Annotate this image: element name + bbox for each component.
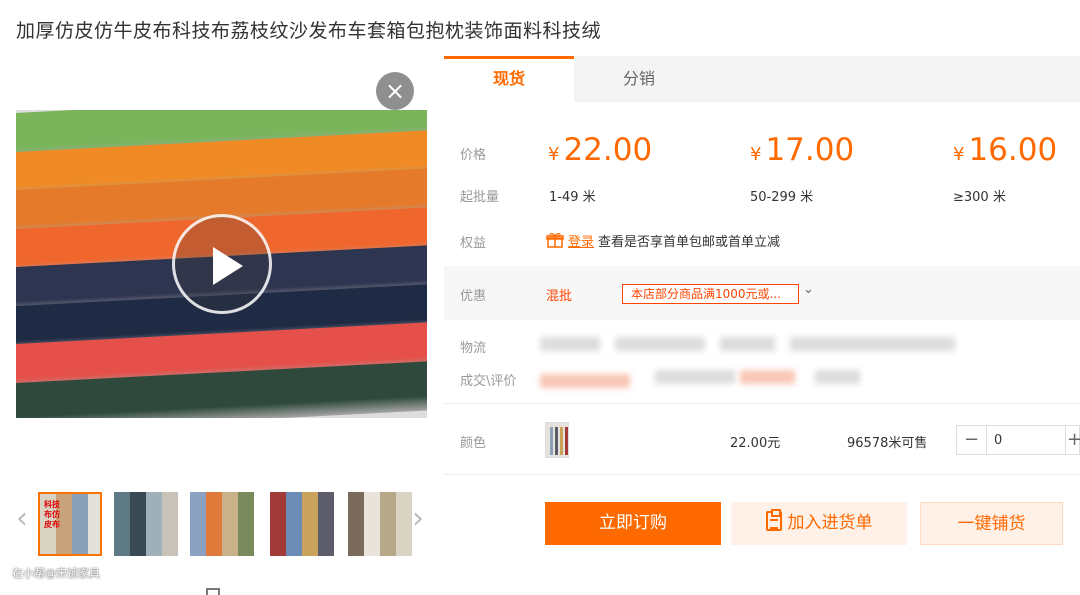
price-label: 价格 xyxy=(460,148,487,163)
one-click-distribute-button[interactable]: 一键铺货 xyxy=(920,502,1063,545)
login-link[interactable]: 登录 xyxy=(568,231,594,250)
price-value: 17.00 xyxy=(765,132,855,168)
thumbnail-color-bar xyxy=(72,494,88,554)
deals-blur xyxy=(540,374,630,388)
color-label: 颜色 xyxy=(460,436,487,451)
currency-symbol: ¥ xyxy=(750,144,762,165)
thumbnail-color-bar xyxy=(146,492,162,556)
tab-distribution[interactable]: 分销 xyxy=(574,56,704,102)
clipboard-icon xyxy=(765,509,782,531)
bottom-links xyxy=(16,588,436,595)
moq-label: 起批量 xyxy=(460,190,500,205)
currency-symbol: ¥ xyxy=(953,144,965,165)
range-tier-1: 1-49 米 xyxy=(549,190,596,205)
thumbnail-color-bar xyxy=(364,492,380,556)
gift-icon xyxy=(546,232,566,248)
currency-symbol: ¥ xyxy=(548,144,560,165)
thumbnail-color-bar xyxy=(206,492,222,556)
deals-blur xyxy=(815,370,860,384)
divider xyxy=(444,474,1080,475)
tab-spot[interactable]: 现货 xyxy=(444,56,574,102)
thumbnail-color-bar xyxy=(88,494,100,554)
plus-icon[interactable]: + xyxy=(1067,426,1080,454)
logistics-blur xyxy=(540,337,600,351)
deals-blur xyxy=(655,370,735,384)
price-tier-2: ¥17.00 xyxy=(750,132,854,168)
thumbnail-5[interactable] xyxy=(348,492,412,556)
range-tier-3: ≥300 米 xyxy=(953,190,1006,205)
stock-available: 96578米可售 xyxy=(847,436,928,451)
thumbnail-color-bar xyxy=(238,492,254,556)
thumbnail-color-bar xyxy=(130,492,146,556)
divider xyxy=(444,403,1080,404)
thumbnail-color-bar xyxy=(270,492,286,556)
rights-text: 查看是否享首单包邮或首单立减 xyxy=(598,235,781,250)
product-title: 加厚仿皮仿牛皮布科技布荔枝纹沙发布车套箱包抱枕装饰面料科技绒 xyxy=(16,20,602,42)
logistics-blur xyxy=(720,337,775,351)
thumbnail-color-bar xyxy=(380,492,396,556)
thumbnail-color-bar xyxy=(222,492,238,556)
range-tier-2: 50-299 米 xyxy=(750,190,814,205)
color-price: 22.00元 xyxy=(730,436,781,451)
thumbnail-color-bar xyxy=(114,492,130,556)
thumbnail-4[interactable] xyxy=(270,492,334,556)
play-icon[interactable] xyxy=(172,214,272,314)
rights-label: 权益 xyxy=(460,236,487,251)
thumbnail-label: 科技布仿皮布 xyxy=(44,500,60,529)
grid-icon[interactable] xyxy=(206,588,220,595)
logistics-label: 物流 xyxy=(460,341,487,356)
price-tier-1: ¥22.00 xyxy=(548,132,652,168)
promo-label: 优惠 xyxy=(460,289,487,304)
thumbnail-1[interactable]: 科技布仿皮布 xyxy=(38,492,102,556)
thumbnail-2[interactable] xyxy=(114,492,178,556)
close-video-button[interactable]: × xyxy=(376,72,414,110)
price-value: 22.00 xyxy=(563,132,653,168)
thumbnail-next-icon[interactable]: › xyxy=(412,504,424,534)
thumbnail-color-bar xyxy=(396,492,412,556)
add-to-cart-label: 加入进货单 xyxy=(787,513,873,533)
thumbnail-color-bar xyxy=(302,492,318,556)
thumbnail-color-bar xyxy=(162,492,178,556)
thumbnail-color-bar xyxy=(190,492,206,556)
price-value: 16.00 xyxy=(968,132,1058,168)
watermark: 在小帮@宋祯家具 xyxy=(12,567,100,580)
order-now-button[interactable]: 立即订购 xyxy=(545,502,721,545)
minus-icon[interactable]: − xyxy=(957,426,987,454)
thumbnail-color-bar xyxy=(318,492,334,556)
mixed-batch-tag: 混批 xyxy=(546,289,573,304)
add-to-cart-button[interactable]: 加入进货单 xyxy=(731,502,907,545)
logistics-blur xyxy=(615,337,705,351)
thumbnail-prev-icon[interactable]: ‹ xyxy=(16,504,28,534)
chevron-down-icon[interactable]: ⌄ xyxy=(803,282,814,297)
thumbnail-color-bar xyxy=(286,492,302,556)
thumbnail-color-bar xyxy=(348,492,364,556)
thumbnail-3[interactable] xyxy=(190,492,254,556)
logistics-blur xyxy=(790,337,955,351)
price-tier-3: ¥16.00 xyxy=(953,132,1057,168)
thumbnail-strip: ‹ 科技布仿皮布 › xyxy=(12,490,432,560)
deals-blur xyxy=(740,370,795,384)
quantity-input[interactable] xyxy=(988,426,1066,454)
deals-label: 成交\评价 xyxy=(460,374,517,389)
offer-tabs: 现货 分销 xyxy=(444,56,1080,102)
quantity-stepper: − + xyxy=(956,425,1080,455)
promo-detail[interactable]: 本店部分商品满1000元或... xyxy=(622,284,799,304)
color-swatch[interactable] xyxy=(545,422,569,458)
